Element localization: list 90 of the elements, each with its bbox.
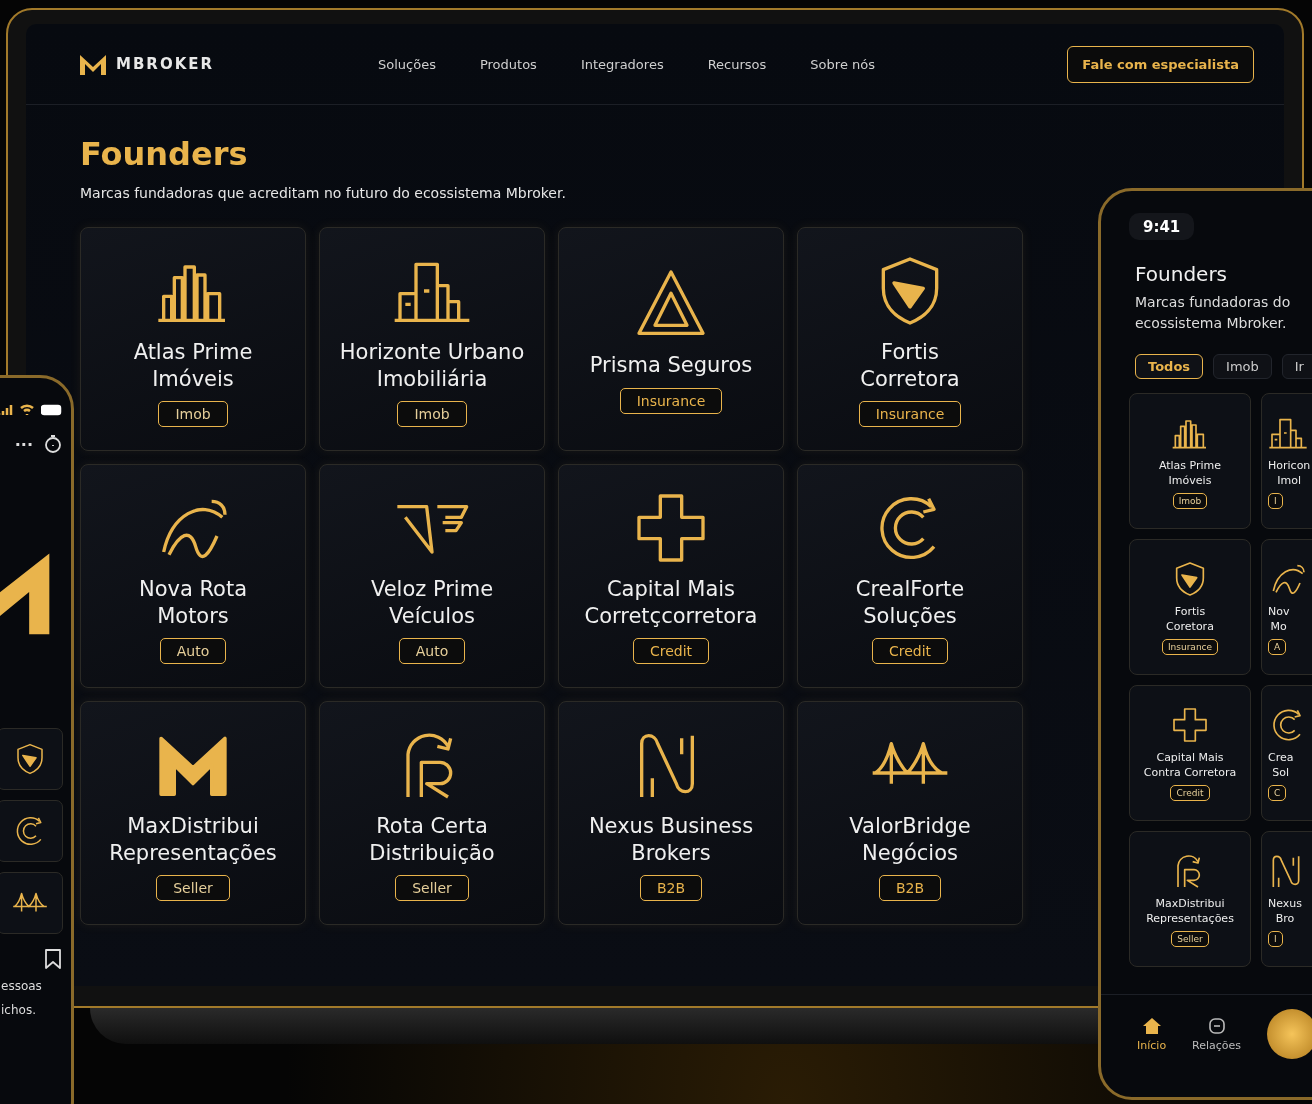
filter-chip[interactable]: Todos bbox=[1135, 354, 1204, 379]
category-tag: Imob bbox=[1172, 493, 1208, 510]
category-tag: Insurance bbox=[1161, 639, 1219, 656]
category-tag: Seller bbox=[395, 875, 469, 902]
founder-card[interactable]: Fortis Corretora Insurance bbox=[797, 227, 1023, 451]
brand-name: Atlas Prime Imóveis bbox=[1158, 457, 1222, 489]
category-tag: B2B bbox=[878, 875, 942, 902]
wifi-icon bbox=[19, 404, 35, 416]
brand-name: Horizonte Urbano Imobiliária bbox=[339, 338, 525, 393]
founder-card[interactable]: Horicon Imol I bbox=[1261, 393, 1312, 529]
page-title: Founders bbox=[80, 135, 249, 173]
logo-card[interactable] bbox=[0, 872, 63, 934]
founder-card[interactable]: Veloz Prime Veículos Auto bbox=[319, 464, 545, 688]
body-text: essoas ichos. bbox=[0, 978, 43, 1019]
category-tag: Auto bbox=[398, 638, 466, 665]
nav-link[interactable]: Sobre nós bbox=[810, 56, 875, 72]
category-tag: Seller bbox=[1171, 931, 1209, 948]
brand-name: Nova Rota Motors bbox=[138, 575, 248, 630]
status-time: 9:41 bbox=[1143, 218, 1181, 236]
signal-icon bbox=[0, 404, 13, 416]
founder-card[interactable]: Capital Mais Corretçcorretora Credit bbox=[558, 464, 784, 688]
founder-card[interactable]: ValorBridge Negócios B2B bbox=[797, 701, 1023, 925]
founder-card[interactable]: Capital Mais Contra Corretora Credit bbox=[1129, 685, 1251, 821]
battery-icon bbox=[41, 404, 63, 416]
home-icon bbox=[1141, 1016, 1162, 1035]
category-tag: Imob bbox=[397, 401, 467, 428]
brand-name: Rota Certa Distribuição bbox=[369, 812, 495, 867]
category-tag: Insurance bbox=[619, 387, 723, 414]
category-tag: Seller bbox=[156, 875, 230, 902]
action-button[interactable] bbox=[1267, 1009, 1312, 1059]
screen-subtitle: Marcas fundadoras do ecossistema Mbroker. bbox=[1135, 293, 1292, 333]
brand-name: Veloz Prime Veículos bbox=[370, 575, 494, 630]
category-tag: C bbox=[1268, 785, 1287, 802]
filter-chip[interactable]: Ir bbox=[1281, 354, 1312, 379]
category-tag: Credit bbox=[632, 638, 710, 665]
screen-title: Founders bbox=[1135, 262, 1229, 286]
brand-name: Prisma Seguros bbox=[589, 352, 753, 380]
contact-button[interactable]: Fale com especialista bbox=[1067, 45, 1254, 83]
brand-name: MaxDistribui Representações bbox=[1146, 895, 1234, 927]
founder-card[interactable]: Prisma Seguros Insurance bbox=[558, 227, 784, 451]
founder-card[interactable]: Atlas Prime Imóveis Imob bbox=[80, 227, 306, 451]
brand-name: Fortis Corretora bbox=[860, 338, 960, 393]
logo-card[interactable] bbox=[0, 800, 63, 862]
tab-bar-item[interactable]: Relações bbox=[1192, 1016, 1242, 1052]
brand-name: Capital Mais Contra Corretora bbox=[1143, 749, 1237, 781]
brand-name: ValorBridge Negócios bbox=[849, 812, 971, 867]
founder-card[interactable]: CrealForte Soluções Credit bbox=[797, 464, 1023, 688]
page-subtitle: Marcas fundadoras que acreditam no futuro do ecossistema Mbroker. bbox=[80, 185, 567, 201]
timer-icon bbox=[43, 434, 63, 454]
category-tag: Credit bbox=[871, 638, 949, 665]
brand-name: Nov Mo bbox=[1268, 603, 1290, 635]
founder-card[interactable]: Fortis Coretora Insurance bbox=[1129, 539, 1251, 675]
nav-link[interactable]: Produtos bbox=[479, 56, 537, 72]
nav-link[interactable]: Integradores bbox=[580, 56, 664, 72]
tab-bar-item[interactable]: Início bbox=[1137, 1016, 1167, 1052]
category-tag: I bbox=[1268, 931, 1283, 948]
brand-name: Nexus Business Brokers bbox=[588, 812, 754, 867]
brand-name: Atlas Prime Imóveis bbox=[133, 338, 253, 393]
logo-card[interactable] bbox=[0, 728, 63, 790]
brand-name: MBROKER bbox=[116, 55, 215, 73]
founder-card[interactable]: Nova Rota Motors Auto bbox=[80, 464, 306, 688]
founder-card[interactable]: MaxDistribui Representações Seller bbox=[1129, 831, 1251, 967]
category-tag: A bbox=[1268, 639, 1287, 656]
more-menu[interactable]: ··· bbox=[14, 434, 33, 454]
founder-card[interactable]: Nexus Bro I bbox=[1261, 831, 1312, 967]
filter-chip[interactable]: Imob bbox=[1213, 354, 1272, 379]
founder-card[interactable]: Crea Sol C bbox=[1261, 685, 1312, 821]
founder-card[interactable]: Nov Mo A bbox=[1261, 539, 1312, 675]
brand-name: Capital Mais Corretçcorretora bbox=[584, 575, 758, 630]
category-tag: B2B bbox=[639, 875, 703, 902]
category-tag: Credit bbox=[1170, 785, 1210, 802]
brand-name: Horicon Imol bbox=[1268, 457, 1311, 489]
brand-name: MaxDistribui Representações bbox=[109, 812, 277, 867]
bookmark-icon bbox=[43, 948, 63, 970]
founder-card[interactable]: Atlas Prime Imóveis Imob bbox=[1129, 393, 1251, 529]
category-tag: Imob bbox=[158, 401, 228, 428]
nav-link[interactable]: Soluções bbox=[378, 56, 436, 72]
brand-name: Nexus Bro bbox=[1268, 895, 1302, 927]
founder-card[interactable]: Rota Certa Distribuição Seller bbox=[319, 701, 545, 925]
founder-card[interactable]: Nexus Business Brokers B2B bbox=[558, 701, 784, 925]
category-tag: I bbox=[1268, 493, 1283, 510]
category-tag: Auto bbox=[159, 638, 227, 665]
category-tag: Insurance bbox=[858, 401, 962, 428]
brand-name: CrealForte Soluções bbox=[855, 575, 965, 630]
brand-name: Crea Sol bbox=[1268, 749, 1294, 781]
founder-card[interactable]: Horizonte Urbano Imobiliária Imob bbox=[319, 227, 545, 451]
brand-name: Fortis Coretora bbox=[1166, 603, 1214, 635]
nav-link[interactable]: Recursos bbox=[707, 56, 767, 72]
founder-card[interactable]: MaxDistribui Representações Seller bbox=[80, 701, 306, 925]
rounded-square-icon bbox=[1207, 1016, 1226, 1035]
